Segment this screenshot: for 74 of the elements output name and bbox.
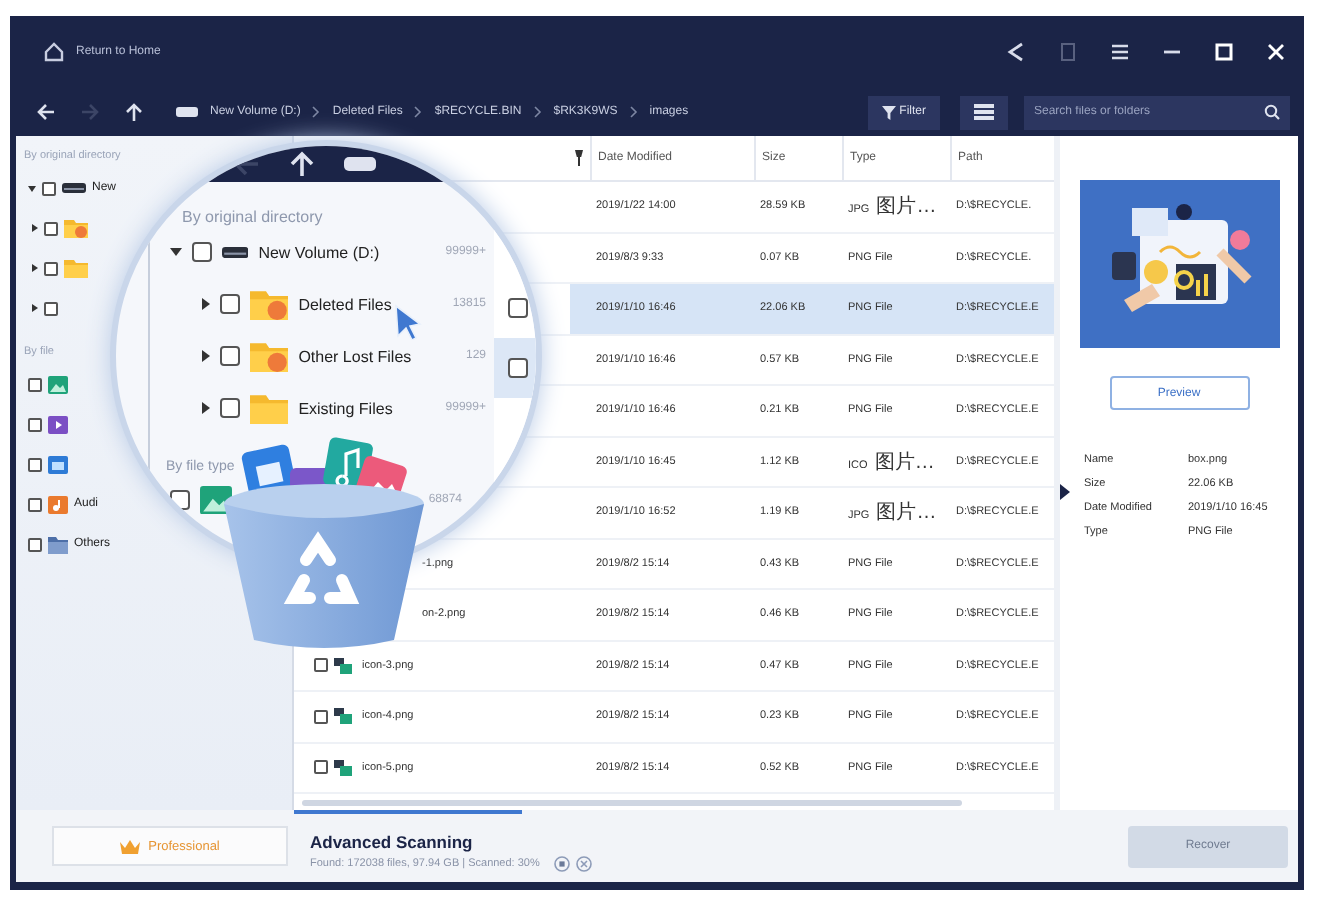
checkbox[interactable]	[508, 358, 528, 378]
search-icon	[1264, 104, 1280, 120]
pause-icon[interactable]	[553, 856, 570, 872]
up-arrow-icon	[288, 150, 316, 178]
file-image-icon	[334, 708, 352, 725]
folder-icon	[48, 535, 68, 553]
expander-icon[interactable]	[32, 224, 38, 232]
checkbox[interactable]	[28, 537, 42, 551]
tree-item[interactable]: Other Lost Files	[298, 347, 412, 365]
checkbox[interactable]	[314, 658, 328, 673]
stop-icon[interactable]	[575, 856, 592, 872]
folder-icon	[250, 340, 289, 372]
checkbox[interactable]	[44, 261, 58, 275]
share-icon[interactable]	[1006, 42, 1026, 62]
checkbox[interactable]	[220, 398, 240, 418]
checkbox[interactable]	[314, 760, 328, 775]
folder-icon	[250, 288, 289, 320]
file-image-icon	[334, 759, 352, 776]
expander-icon[interactable]	[28, 185, 36, 191]
pin-icon[interactable]	[574, 150, 584, 166]
file-image-icon	[334, 657, 352, 674]
table-row[interactable]	[494, 338, 536, 398]
folder-icon	[64, 258, 88, 278]
expander-icon[interactable]	[202, 402, 210, 414]
chevron-icon	[414, 106, 423, 118]
drive-icon	[62, 182, 86, 194]
chevron-icon	[533, 106, 542, 118]
checkbox[interactable]	[220, 346, 240, 366]
scrollbar-thumb[interactable]	[302, 799, 962, 805]
scan-title: Advanced Scanning	[310, 832, 475, 852]
drive-icon	[344, 156, 376, 172]
tree-item[interactable]: New Volume (D:)	[258, 243, 380, 261]
home-icon[interactable]	[44, 42, 64, 62]
expander-icon[interactable]	[202, 350, 210, 362]
folder-icon	[64, 218, 88, 238]
drive-icon	[222, 245, 249, 259]
expander-icon[interactable]	[170, 248, 182, 256]
image-icon	[48, 375, 68, 393]
back-arrow-icon[interactable]	[36, 102, 56, 122]
checkbox[interactable]	[170, 490, 190, 510]
drive-icon	[176, 106, 198, 118]
view-toggle-button[interactable]	[960, 95, 1008, 129]
tree-item[interactable]: Deleted Files	[298, 295, 392, 313]
checkbox[interactable]	[42, 181, 56, 195]
document-icon	[48, 455, 68, 473]
folder-icon	[250, 392, 289, 424]
chevron-icon	[312, 106, 321, 118]
checkbox[interactable]	[192, 242, 212, 262]
audio-icon	[48, 495, 68, 513]
up-arrow-icon[interactable]	[124, 102, 144, 122]
chevron-icon	[629, 106, 638, 118]
close-icon[interactable]	[1266, 42, 1286, 62]
pointer-cursor-icon	[394, 304, 422, 340]
checkbox[interactable]	[508, 298, 528, 318]
checkbox[interactable]	[28, 457, 42, 471]
collapse-arrow-icon[interactable]	[1060, 484, 1070, 500]
checkbox[interactable]	[44, 301, 58, 315]
list-view-icon	[974, 104, 994, 120]
checkbox[interactable]	[28, 377, 42, 391]
expander-icon[interactable]	[32, 264, 38, 272]
checkbox[interactable]	[28, 497, 42, 511]
section-heading: By original directory	[180, 206, 323, 226]
tree-item[interactable]: Existing Files	[298, 399, 393, 417]
funnel-icon	[881, 105, 896, 119]
maximize-icon[interactable]	[1214, 42, 1234, 62]
expander-icon[interactable]	[202, 298, 210, 310]
checkbox[interactable]	[220, 294, 240, 314]
menu-icon[interactable]	[1110, 42, 1130, 62]
expander-icon[interactable]	[32, 304, 38, 312]
crown-icon	[120, 839, 141, 853]
checkbox[interactable]	[28, 417, 42, 431]
video-icon	[48, 415, 68, 433]
checkbox[interactable]	[314, 709, 328, 724]
checkbox[interactable]	[44, 221, 58, 235]
